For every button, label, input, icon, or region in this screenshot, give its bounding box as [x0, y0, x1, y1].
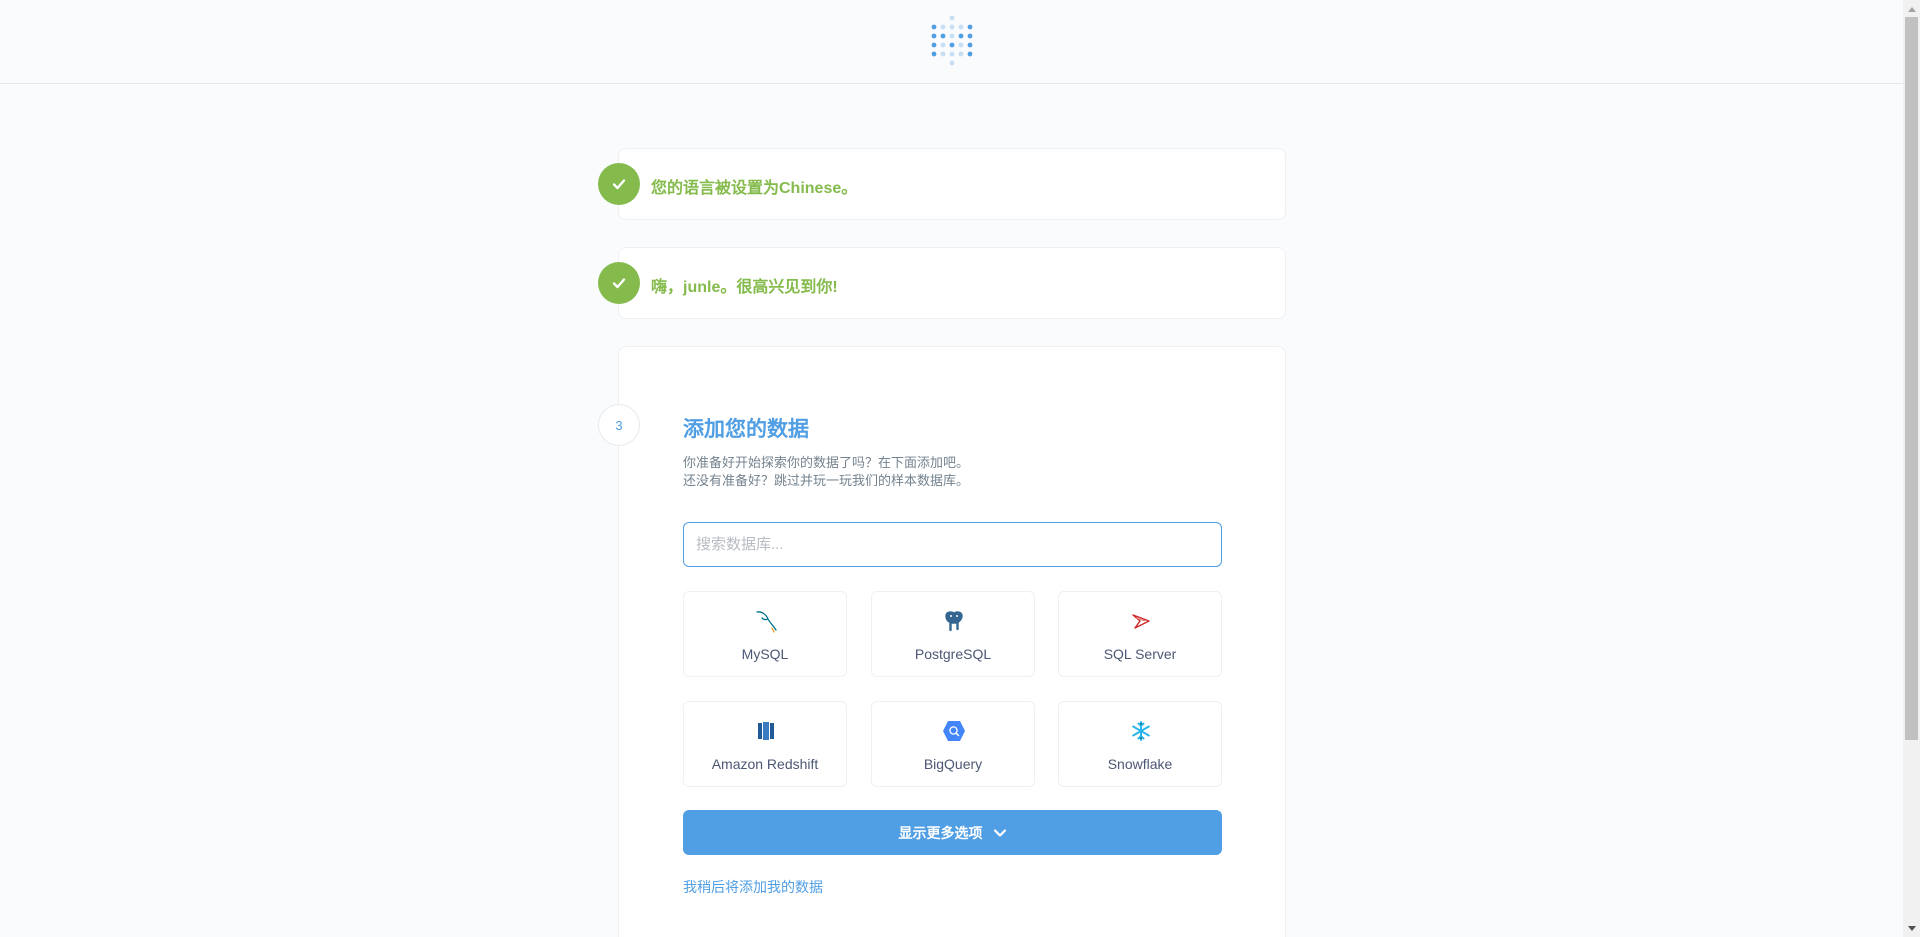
show-more-options-button[interactable]: 显示更多选项: [683, 810, 1222, 855]
step-title: 添加您的数据: [683, 418, 809, 441]
database-label: Snowflake: [1107, 756, 1173, 772]
step-description: 你准备好开始探索你的数据了吗？在下面添加吧。 还没有准备好？跳过并玩一玩我们的样…: [683, 454, 969, 490]
step-language-card[interactable]: 您的语言被设置为Chinese。: [598, 148, 1286, 220]
sql-server-icon: [1127, 608, 1155, 634]
database-option-sql-server[interactable]: SQL Server: [1058, 591, 1222, 677]
scroll-up-arrow-icon[interactable]: [1903, 0, 1920, 17]
step-add-data-card: 3 添加您的数据 你准备好开始探索你的数据了吗？在下面添加吧。 还没有准备好？跳…: [598, 346, 1286, 937]
postgresql-elephant-icon: [940, 608, 968, 634]
step-language-text: 您的语言被设置为Chinese。: [651, 180, 858, 197]
database-option-amazon-redshift[interactable]: Amazon Redshift: [683, 701, 847, 787]
step-number-badge: 3: [598, 404, 640, 446]
scrollbar-thumb[interactable]: [1905, 17, 1918, 740]
mysql-dolphin-icon: [752, 608, 780, 634]
database-option-postgresql[interactable]: PostgreSQL: [871, 591, 1035, 677]
step-user-text: 嗨，junle。很高兴见到你!: [651, 279, 838, 296]
check-icon: [612, 179, 626, 190]
chevron-down-icon: [993, 828, 1006, 837]
step-complete-badge: [598, 262, 640, 304]
snowflake-icon: [1127, 718, 1155, 744]
scroll-down-arrow-icon[interactable]: [1903, 920, 1920, 937]
add-data-later-link[interactable]: 我稍后将添加我的数据: [683, 877, 823, 897]
vertical-scrollbar[interactable]: [1903, 0, 1920, 937]
bigquery-icon: [940, 718, 968, 744]
show-more-options-label: 显示更多选项: [898, 824, 983, 841]
database-label: SQL Server: [1103, 646, 1177, 662]
database-option-bigquery[interactable]: BigQuery: [871, 701, 1035, 787]
database-label: BigQuery: [923, 756, 983, 772]
redshift-icon: [752, 718, 780, 744]
step-complete-badge: [598, 163, 640, 205]
database-search-input[interactable]: [683, 522, 1222, 567]
check-icon: [612, 278, 626, 289]
database-label: PostgreSQL: [914, 646, 992, 662]
database-label: MySQL: [741, 646, 789, 662]
description-line-1: 你准备好开始探索你的数据了吗？在下面添加吧。: [683, 455, 970, 470]
description-line-2: 还没有准备好？跳过并玩一玩我们的样本数据库。: [683, 473, 970, 488]
database-option-snowflake[interactable]: Snowflake: [1058, 701, 1222, 787]
step-user-card[interactable]: 嗨，junle。很高兴见到你!: [598, 247, 1286, 319]
database-label: Amazon Redshift: [711, 756, 819, 772]
metabase-logo-icon[interactable]: [930, 14, 974, 70]
top-bar: [0, 0, 1903, 84]
database-option-mysql[interactable]: MySQL: [683, 591, 847, 677]
